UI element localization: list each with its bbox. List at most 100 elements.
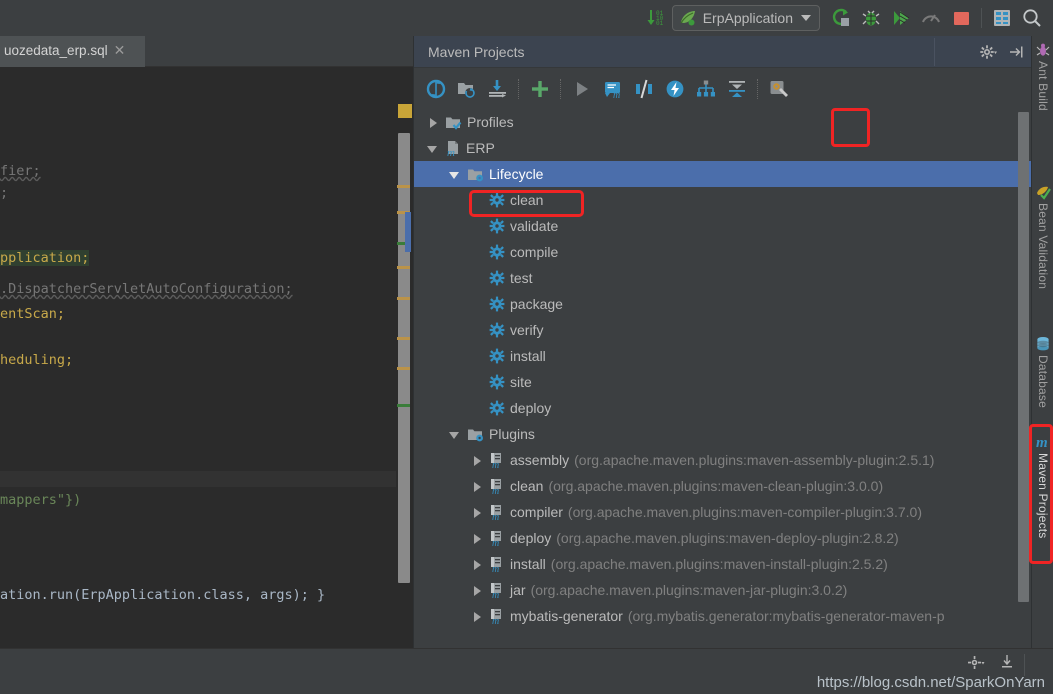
- maven-panel-header-actions: [980, 36, 1024, 68]
- debug-icon[interactable]: [856, 3, 886, 33]
- tree-row-plugins[interactable]: Plugins: [414, 421, 1032, 447]
- chevron-down-icon[interactable]: [448, 167, 462, 181]
- tree-row-test[interactable]: test: [414, 265, 1032, 291]
- reimport-icon[interactable]: [420, 73, 451, 104]
- toolwindow-tab-ant-build[interactable]: Ant Build: [1032, 42, 1053, 111]
- tree-arrow-placeholder: [470, 349, 484, 363]
- gear-goal-icon: [489, 348, 505, 364]
- tree-row-profiles[interactable]: Profiles: [414, 109, 1032, 135]
- maven-plugin-icon: m: [489, 451, 505, 469]
- warning-marker: [397, 297, 410, 300]
- toolwindow-tab-bean-validation[interactable]: Bean Validation: [1032, 184, 1053, 289]
- tree-row-site[interactable]: site: [414, 369, 1032, 395]
- tree-row-deploy[interactable]: deploy: [414, 395, 1032, 421]
- tree-row-assembly[interactable]: m assembly (org.apache.maven.plugins:maven…: [414, 447, 1032, 473]
- run-maven-build-icon[interactable]: [566, 73, 597, 104]
- tree-row-verify[interactable]: verify: [414, 317, 1032, 343]
- tree-row-label: compiler: [510, 504, 563, 520]
- gear-icon[interactable]: [968, 655, 985, 670]
- chevron-right-icon[interactable]: [470, 583, 484, 597]
- tree-row-compiler[interactable]: m compiler (org.apache.maven.plugins:maven…: [414, 499, 1032, 525]
- chevron-right-icon[interactable]: [470, 479, 484, 493]
- generate-sources-icon[interactable]: [451, 73, 482, 104]
- code-content-top[interactable]: fier; ; pplication; .DispatcherServletAu…: [0, 67, 413, 471]
- toolwindow-tab-maven-projects[interactable]: m Maven Projects: [1032, 434, 1053, 539]
- chevron-right-icon[interactable]: [426, 115, 440, 129]
- toolwindow-tab-label: Maven Projects: [1036, 453, 1050, 539]
- error-stripe-marker[interactable]: [398, 104, 412, 118]
- tree-row-lifecycle[interactable]: Lifecycle: [414, 161, 1032, 187]
- tree-arrow-placeholder: [470, 193, 484, 207]
- editor-tab-bar: uozedata_erp.sql ✕: [0, 36, 413, 67]
- chevron-down-icon[interactable]: [448, 427, 462, 441]
- tree-row-install[interactable]: install: [414, 343, 1032, 369]
- tree-row-clean[interactable]: clean: [414, 187, 1032, 213]
- tree-arrow-placeholder: [470, 271, 484, 285]
- toggle-skip-tests-icon[interactable]: [628, 73, 659, 104]
- editor-tab[interactable]: uozedata_erp.sql ✕: [0, 36, 145, 67]
- svg-text:m: m: [613, 90, 620, 100]
- show-dependencies-icon[interactable]: [690, 73, 721, 104]
- tree-row-label: ERP: [466, 140, 495, 156]
- svg-text:m: m: [492, 460, 499, 469]
- hide-icon[interactable]: [1008, 44, 1024, 60]
- stop-icon[interactable]: [946, 3, 976, 33]
- tree-vertical-scrollbar[interactable]: [1018, 112, 1029, 602]
- tree-row-mybatis-generator[interactable]: m mybatis-generator (org.mybatis.generator…: [414, 603, 1032, 629]
- tree-row-label: compile: [510, 244, 559, 260]
- warning-marker: [397, 185, 410, 188]
- project-structure-icon[interactable]: [987, 3, 1017, 33]
- add-maven-project-icon[interactable]: [524, 73, 555, 104]
- chevron-right-icon[interactable]: [470, 531, 484, 545]
- toolwindow-tab-database[interactable]: Database: [1032, 336, 1053, 408]
- chevron-right-icon[interactable]: [470, 609, 484, 623]
- folder-lifecycle-icon: [467, 167, 484, 182]
- download-binary-icon[interactable]: 01 10 01: [642, 3, 672, 33]
- run-configuration-selector[interactable]: ErpApplication: [671, 5, 820, 31]
- execute-goal-icon[interactable]: m: [597, 73, 628, 104]
- tree-row-label: jar: [510, 582, 526, 598]
- close-icon[interactable]: ✕: [114, 42, 126, 59]
- hide-toolwindow-icon[interactable]: [999, 654, 1015, 670]
- profiler-icon[interactable]: [916, 3, 946, 33]
- tree-arrow-placeholder: [470, 375, 484, 389]
- maven-plugin-icon: m: [489, 529, 505, 547]
- tree-row-jar[interactable]: m jar (org.apache.maven.plugins:maven-jar-…: [414, 577, 1032, 603]
- maven-projects-panel: Maven Projects m m mybatis-generator (or…: [413, 36, 1032, 665]
- tree-row-compile[interactable]: compile: [414, 239, 1032, 265]
- download-sources-icon[interactable]: [482, 73, 513, 104]
- folder-plugins-icon: [467, 427, 484, 442]
- run-configuration-name: ErpApplication: [702, 10, 793, 26]
- tree-row-package[interactable]: package: [414, 291, 1032, 317]
- maven-settings-icon[interactable]: [763, 73, 794, 104]
- toolbar-actions: 01 10 01 ErpApplication: [642, 0, 1047, 36]
- tree-row-label: verify: [510, 322, 544, 338]
- tree-row-install[interactable]: m install (org.apache.maven.plugins:maven-…: [414, 551, 1032, 577]
- chevron-down-icon[interactable]: [426, 141, 440, 155]
- editor-marker-gutter[interactable]: [396, 67, 413, 694]
- chevron-right-icon[interactable]: [470, 505, 484, 519]
- tree-row-coordinates: (org.apache.maven.plugins:maven-clean-pl…: [548, 478, 884, 494]
- run-icon[interactable]: [826, 3, 856, 33]
- tree-arrow-placeholder: [470, 245, 484, 259]
- gear-icon[interactable]: [980, 44, 998, 60]
- tree-row-label: assembly: [510, 452, 570, 468]
- svg-text:m: m: [492, 616, 499, 625]
- tree-row-erp[interactable]: m ERP: [414, 135, 1032, 161]
- chevron-right-icon[interactable]: [470, 557, 484, 571]
- run-coverage-icon[interactable]: [886, 3, 916, 33]
- maven-toolbar: m: [414, 68, 1032, 109]
- maven-tree[interactable]: m mybatis-generator (org.mybatis.generator…: [414, 109, 1032, 665]
- tree-row-coordinates: (org.apache.maven.plugins:maven-install-…: [550, 556, 888, 572]
- collapse-all-icon[interactable]: [721, 73, 752, 104]
- tree-row-deploy[interactable]: m deploy (org.apache.maven.plugins:maven-d…: [414, 525, 1032, 551]
- chevron-down-icon[interactable]: [801, 15, 811, 21]
- toolbar-separator: [560, 78, 561, 99]
- editor-scrollbar-thumb[interactable]: [398, 133, 410, 583]
- tree-row-validate[interactable]: validate: [414, 213, 1032, 239]
- toggle-offline-icon[interactable]: [659, 73, 690, 104]
- chevron-right-icon[interactable]: [470, 453, 484, 467]
- maven-plugin-icon: m: [489, 607, 505, 625]
- search-everywhere-icon[interactable]: [1017, 3, 1047, 33]
- tree-row-clean[interactable]: m clean (org.apache.maven.plugins:maven-cl…: [414, 473, 1032, 499]
